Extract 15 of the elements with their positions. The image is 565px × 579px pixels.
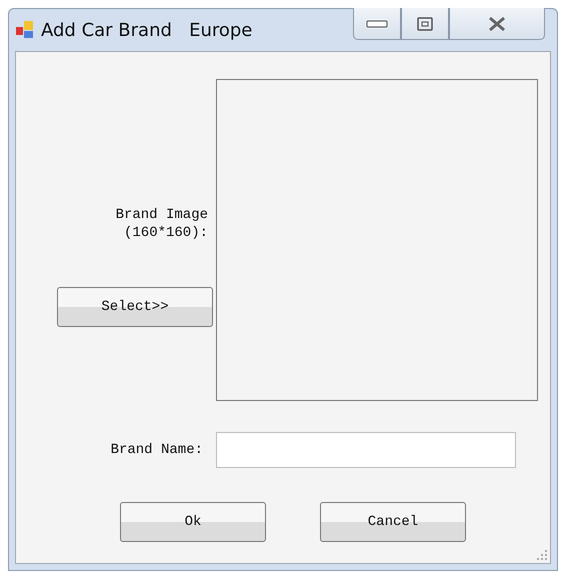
minimize-icon bbox=[366, 18, 388, 28]
brand-name-label: Brand Name: bbox=[110, 442, 203, 458]
close-button[interactable] bbox=[449, 8, 545, 40]
maximize-button[interactable] bbox=[401, 8, 449, 40]
maximize-icon bbox=[417, 16, 433, 30]
resize-grip-icon bbox=[537, 550, 547, 560]
brand-name-field[interactable] bbox=[216, 432, 516, 468]
select-button[interactable]: Select>> bbox=[57, 287, 213, 327]
dialog-button[interactable]: Ok bbox=[120, 502, 266, 542]
brand-image-label: Brand Image (160*160): bbox=[116, 206, 208, 242]
app-icon bbox=[15, 20, 35, 40]
window-title: Add Car Brand Europe bbox=[41, 20, 252, 40]
dialog-button[interactable]: Cancel bbox=[320, 502, 466, 542]
minimize-button[interactable] bbox=[353, 8, 401, 40]
close-icon bbox=[487, 16, 507, 32]
